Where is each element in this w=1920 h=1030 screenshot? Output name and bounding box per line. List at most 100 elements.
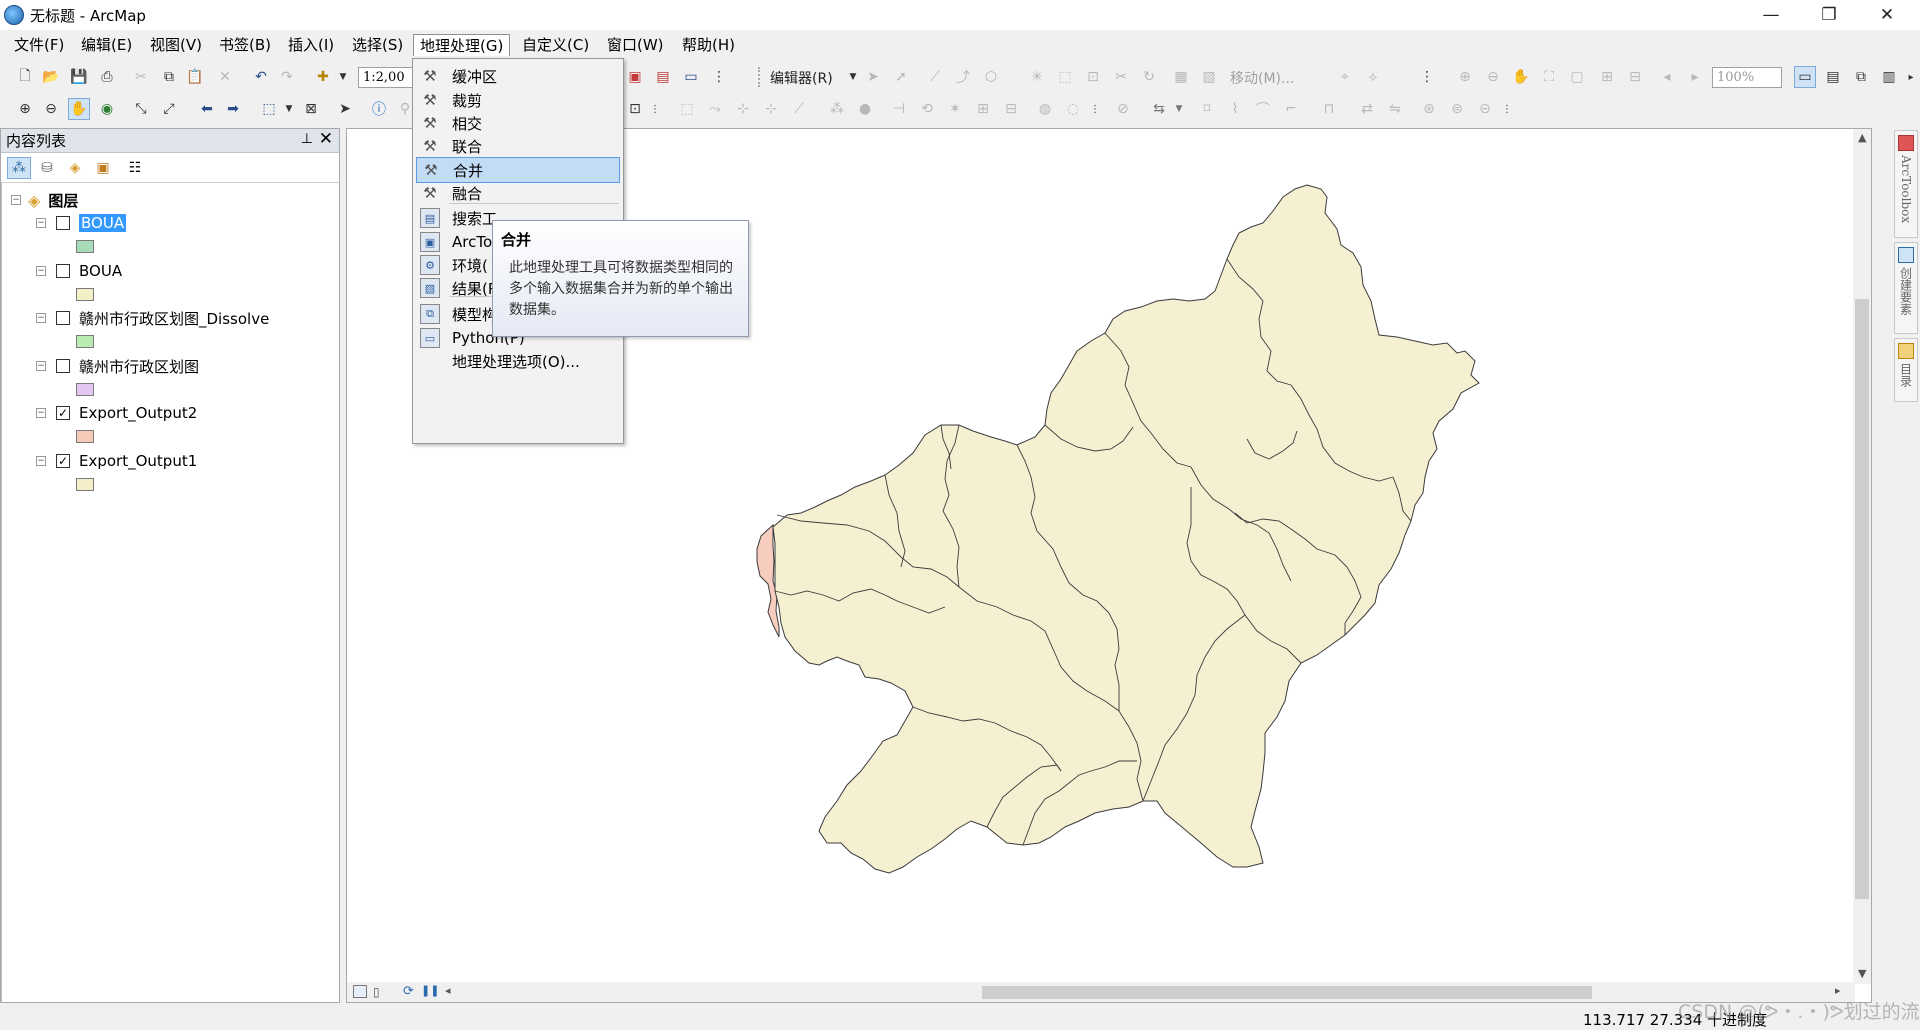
layer-symbol-swatch[interactable] [76, 288, 94, 301]
toolbar-overflow-2-icon[interactable]: ⋮ [1416, 66, 1438, 88]
layer-collapse-toggle[interactable]: − [36, 218, 46, 228]
topology-icon-7[interactable]: ⇋ [1384, 98, 1406, 120]
layer-visibility-checkbox[interactable] [56, 311, 70, 325]
edit-tool-icon[interactable]: ➤ [862, 66, 884, 88]
data-view-icon[interactable] [353, 985, 367, 998]
topology-icon-6[interactable]: ⇄ [1356, 98, 1378, 120]
layer-name[interactable]: Export_Output2 [79, 404, 197, 422]
list-by-drawing-order-icon[interactable]: ⁂ [7, 157, 31, 179]
endpoint-arc-icon[interactable]: ⤴ [952, 66, 974, 88]
scroll-down-icon[interactable]: ▼ [1858, 967, 1866, 980]
layer-name[interactable]: 赣州市行政区划图_Dissolve [79, 308, 269, 329]
layout-view-icon[interactable]: ▯ [373, 985, 380, 999]
copy-icon[interactable]: ⧉ [158, 66, 180, 88]
spatial-adjust-dropdown-icon[interactable]: ▼ [1168, 98, 1190, 120]
minimize-button[interactable]: — [1742, 0, 1800, 30]
layer-collapse-toggle[interactable]: − [36, 456, 46, 466]
layer-visibility-checkbox[interactable] [56, 216, 70, 230]
pin-icon[interactable]: ⊥ [301, 131, 313, 147]
select-elements-icon[interactable]: ➤ [334, 98, 356, 120]
identify-icon[interactable]: ⓘ [368, 98, 390, 120]
layout-pan-icon[interactable]: ✋ [1510, 66, 1532, 88]
split-icon[interactable]: ✳ [1026, 66, 1048, 88]
data-driven-pages-icon[interactable]: ▥ [1878, 66, 1900, 88]
topology-icon[interactable]: ⟡ [1362, 66, 1384, 88]
horizontal-scroll-thumb[interactable] [982, 986, 1592, 999]
full-extent-icon[interactable]: ◉ [96, 98, 118, 120]
add-data-dropdown-icon[interactable]: ▼ [332, 66, 354, 88]
layout-forward-icon[interactable]: ▸ [1684, 66, 1706, 88]
topology-icon-2[interactable]: ⌇ [1224, 98, 1246, 120]
georef-icon-6[interactable]: ⁂ [826, 98, 848, 120]
georef-icon-13[interactable]: ◍ [1034, 98, 1056, 120]
layer-row[interactable]: BOUA [56, 260, 122, 282]
layers-collapse-toggle[interactable]: − [11, 195, 21, 205]
sketch-properties-icon[interactable]: ▧ [1198, 66, 1220, 88]
menu-geoprocessing[interactable]: 地理处理(G) [413, 34, 511, 56]
layout-100-icon[interactable]: ▢ [1566, 66, 1588, 88]
options-icon[interactable]: ☷ [123, 157, 147, 179]
topology-icon-8[interactable]: ⊛ [1418, 98, 1440, 120]
ganzhou-region-polygon[interactable] [772, 184, 1480, 874]
geoprocessing-menu-item[interactable]: ⚒ 联合 [416, 133, 620, 159]
topology-icon-4[interactable]: ⌐ [1280, 98, 1302, 120]
change-layout-icon[interactable]: ⧉ [1850, 66, 1872, 88]
refresh-icon[interactable]: ⟳ [403, 984, 414, 999]
cut-polygon-icon[interactable]: ✂ [1110, 66, 1132, 88]
geoprocessing-menu-item[interactable]: 地理处理选项(O)... [416, 348, 620, 374]
edit-vertices-icon[interactable]: ⬚ [1054, 66, 1076, 88]
print-icon[interactable]: ⎙ [96, 66, 118, 88]
layer-row[interactable]: ✓ Export_Output2 [56, 402, 197, 424]
layout-zoom-out-icon[interactable]: ⊖ [1482, 66, 1504, 88]
toolbar-overflow-6-icon[interactable]: ⋮ [1496, 98, 1518, 120]
spatial-adjust-icon[interactable]: ⇆ [1148, 98, 1170, 120]
layer-collapse-toggle[interactable]: − [36, 266, 46, 276]
clear-selection-icon[interactable]: ⊠ [300, 98, 322, 120]
toolbar-overflow-5-icon[interactable]: ⋮ [1084, 98, 1106, 120]
layer-row[interactable]: 赣州市行政区划图_Dissolve [56, 307, 269, 329]
scroll-up-icon[interactable]: ▲ [1858, 131, 1866, 144]
arctoolbox-dock-tab[interactable]: ArcToolbox [1894, 130, 1918, 238]
georef-icon-3[interactable]: ⊹ [732, 98, 754, 120]
layer-name[interactable]: Export_Output1 [79, 452, 197, 470]
layer-symbol-swatch[interactable] [76, 478, 94, 491]
zoom-out-icon[interactable]: ⊖ [40, 98, 62, 120]
layer-name[interactable]: 赣州市行政区划图 [79, 356, 199, 377]
menu-windows[interactable]: 窗口(W) [601, 34, 670, 56]
menu-view[interactable]: 视图(V) [144, 34, 208, 56]
editor-menu-button[interactable]: 编辑器(R) [770, 68, 833, 88]
zoom-in-icon[interactable]: ⊕ [14, 98, 36, 120]
add-data-icon[interactable]: ✚ [312, 66, 334, 88]
html-popup-icon[interactable]: ⊡ [624, 98, 646, 120]
toolbar-overflow-icon[interactable]: ⋮ [708, 66, 730, 88]
layer-symbol-swatch[interactable] [76, 240, 94, 253]
layer-name[interactable]: BOUA [79, 214, 127, 232]
toggle-draft-mode-icon[interactable]: ▭ [1794, 66, 1816, 88]
layers-group-row[interactable]: ◈ 图层 [28, 189, 78, 211]
topology-icon-9[interactable]: ⊜ [1446, 98, 1468, 120]
layer-visibility-checkbox[interactable]: ✓ [56, 406, 70, 420]
undo-icon[interactable]: ↶ [250, 66, 272, 88]
fixed-zoom-out-icon[interactable]: ⤢ [158, 98, 180, 120]
layer-row[interactable]: BOUA [56, 212, 127, 234]
layer-visibility-checkbox[interactable] [56, 264, 70, 278]
redo-icon[interactable]: ↷ [276, 66, 298, 88]
georef-icon-7[interactable]: ● [854, 98, 876, 120]
georef-icon-14[interactable]: ◌ [1062, 98, 1084, 120]
focus-data-frame-icon[interactable]: ▤ [1822, 66, 1844, 88]
layer-row[interactable]: 赣州市行政区划图 [56, 355, 199, 377]
layer-symbol-swatch[interactable] [76, 335, 94, 348]
georef-icon-8[interactable]: ⊣ [888, 98, 910, 120]
layout-zoom-in-icon[interactable]: ⊕ [1454, 66, 1476, 88]
save-icon[interactable]: 💾 [68, 66, 90, 88]
scroll-right-icon[interactable]: ▸ [1835, 984, 1841, 997]
attributes-icon[interactable]: ▦ [1170, 66, 1192, 88]
select-dropdown-icon[interactable]: ▼ [278, 98, 300, 120]
layout-full-extent-icon[interactable]: ⛶ [1538, 66, 1560, 88]
layout-fixed-zoom-in-icon[interactable]: ⊞ [1596, 66, 1618, 88]
arctoolbox-icon[interactable]: ▣ [624, 66, 646, 88]
editor-dropdown-icon[interactable]: ▼ [842, 66, 864, 88]
maximize-button[interactable]: ❐ [1800, 0, 1858, 30]
georef-icon-9[interactable]: ⟲ [916, 98, 938, 120]
menu-bookmarks[interactable]: 书签(B) [213, 34, 277, 56]
